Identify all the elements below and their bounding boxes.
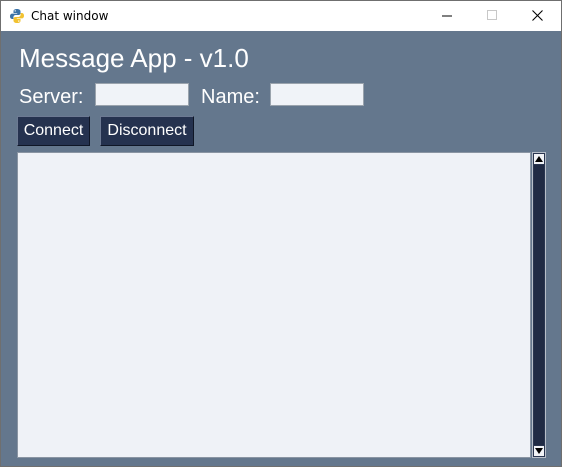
maximize-button[interactable] — [470, 1, 515, 31]
scroll-thumb[interactable] — [534, 165, 544, 445]
minimize-button[interactable] — [425, 1, 470, 31]
title-bar[interactable]: Chat window — [1, 1, 561, 31]
app-heading: Message App - v1.0 — [19, 43, 249, 73]
name-label: Name: — [201, 86, 260, 108]
server-input[interactable] — [95, 83, 189, 106]
window-title: Chat window — [31, 9, 109, 23]
message-area[interactable] — [17, 152, 531, 458]
server-label: Server: — [19, 86, 84, 108]
connect-button[interactable]: Connect — [17, 116, 90, 146]
message-scrollbar[interactable] — [532, 152, 546, 458]
disconnect-button[interactable]: Disconnect — [100, 116, 194, 146]
scroll-up-button[interactable] — [534, 154, 544, 164]
close-button[interactable] — [515, 1, 560, 31]
scroll-down-button[interactable] — [534, 446, 544, 456]
chat-window: Chat window Message App - v1.0 Server: N… — [0, 0, 562, 467]
python-icon — [9, 8, 25, 24]
name-input[interactable] — [270, 83, 364, 106]
